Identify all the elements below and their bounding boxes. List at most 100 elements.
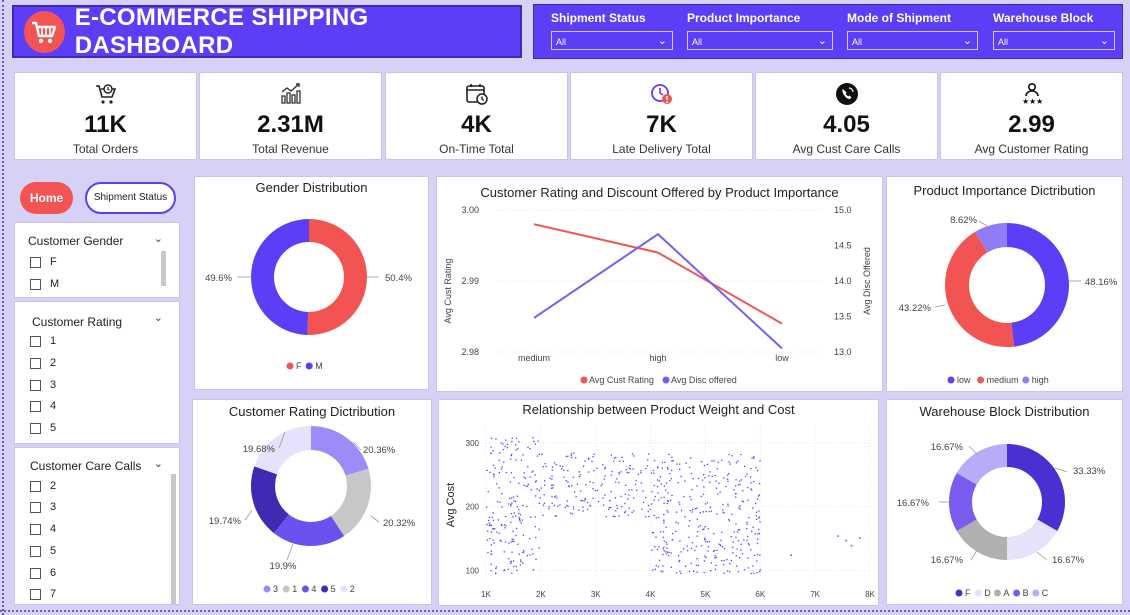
- checkbox[interactable]: [30, 480, 41, 492]
- checkbox[interactable]: [30, 357, 41, 369]
- mode-of-shipment-dropdown[interactable]: All ⌄: [847, 31, 978, 50]
- checkbox[interactable]: [30, 422, 41, 434]
- scatter-point: [571, 456, 573, 459]
- scatter-point: [553, 462, 556, 464]
- scatter-point: [735, 479, 737, 481]
- scatter-point: [700, 495, 702, 498]
- scatter-point: [513, 500, 515, 502]
- scatter-point: [604, 475, 606, 477]
- checkbox[interactable]: [30, 400, 41, 412]
- chevron-down-icon[interactable]: ⌄: [154, 232, 163, 245]
- slicer-option-2[interactable]: 2: [30, 480, 56, 492]
- scatter-point: [746, 523, 748, 525]
- scatter-point: [692, 570, 695, 572]
- scatter-point: [684, 565, 687, 567]
- slicer-option-m[interactable]: M: [30, 278, 59, 290]
- scatter-point: [511, 453, 513, 456]
- scatter-point: [692, 478, 694, 480]
- scatter-point: [751, 457, 753, 459]
- scatter-point: [728, 461, 730, 463]
- checkbox[interactable]: [30, 278, 41, 290]
- scatter-point: [624, 510, 627, 513]
- filter-label: Shipment Status: [551, 11, 646, 25]
- scatter-point: [532, 569, 534, 571]
- checkbox[interactable]: [30, 567, 41, 579]
- checkbox[interactable]: [30, 501, 41, 513]
- scatter-point: [596, 467, 598, 470]
- legend-label: 2: [350, 584, 355, 594]
- scatter-point: [736, 565, 738, 567]
- slicer-option-f[interactable]: F: [30, 256, 57, 268]
- scatter-point: [513, 476, 515, 479]
- scatter-point: [740, 479, 743, 481]
- x-tick-label: 7K: [810, 590, 820, 599]
- slicer-option-5[interactable]: 5: [30, 422, 56, 434]
- scatter-point: [704, 503, 707, 505]
- warehouse-block-dropdown[interactable]: All ⌄: [993, 31, 1115, 50]
- scatter-point: [503, 551, 505, 553]
- checkbox[interactable]: [30, 588, 41, 600]
- scatter-point: [498, 532, 500, 534]
- checkbox[interactable]: [30, 523, 41, 535]
- scatter-point: [653, 499, 655, 501]
- checkbox[interactable]: [30, 256, 41, 268]
- chevron-down-icon[interactable]: ⌄: [154, 311, 163, 324]
- checkbox[interactable]: [30, 335, 41, 347]
- scrollbar[interactable]: [161, 251, 166, 286]
- slicer-option-5[interactable]: 5: [30, 545, 56, 557]
- scatter-point: [492, 450, 494, 452]
- checkbox[interactable]: [30, 379, 41, 391]
- scatter-point: [586, 508, 589, 511]
- shipment-status-button[interactable]: Shipment Status: [85, 182, 176, 214]
- slicer-option-4[interactable]: 4: [30, 523, 56, 535]
- product-importance-dropdown[interactable]: All ⌄: [687, 31, 833, 50]
- scatter-point: [739, 505, 741, 507]
- scatter-point: [587, 457, 590, 459]
- slicer-option-1[interactable]: 1: [30, 335, 56, 347]
- slicer-option-7[interactable]: 7: [30, 588, 56, 600]
- slicer-option-2[interactable]: 2: [30, 357, 56, 369]
- scatter-point: [683, 495, 685, 498]
- scatter-point: [696, 571, 698, 573]
- slicer-option-3[interactable]: 3: [30, 501, 56, 513]
- scatter-point: [624, 484, 627, 486]
- scatter-point: [500, 442, 502, 444]
- scatter-point: [544, 462, 546, 465]
- scatter-point: [620, 471, 622, 473]
- y2-axis-title: Avg Disc Offered: [862, 247, 872, 315]
- legend-marker: [993, 589, 1001, 597]
- x-tick-label: 8K: [865, 590, 875, 599]
- scatter-point: [521, 519, 524, 521]
- home-button[interactable]: Home: [20, 182, 73, 214]
- scatter-point: [756, 572, 758, 574]
- scatter-point: [714, 568, 717, 570]
- filter-product-importance: Product Importance All ⌄: [687, 11, 833, 50]
- slicer-option-3[interactable]: 3: [30, 379, 56, 391]
- scatter-point: [529, 448, 531, 450]
- scatter-point: [495, 572, 497, 574]
- scatter-point: [523, 476, 525, 478]
- scatter-point: [747, 535, 749, 538]
- slicer-option-6[interactable]: 6: [30, 567, 56, 579]
- slicer-option-4[interactable]: 4: [30, 400, 56, 412]
- kpi-label: Total Revenue: [252, 142, 329, 156]
- scatter-point: [586, 501, 589, 504]
- scatter-point: [679, 570, 681, 572]
- scatter-point: [678, 561, 680, 563]
- scatter-point: [671, 494, 673, 497]
- scatter-point: [707, 528, 709, 530]
- checkbox[interactable]: [30, 545, 41, 557]
- scatter-point: [544, 484, 546, 486]
- scatter-points: [486, 437, 861, 575]
- legend-marker: [305, 362, 313, 370]
- scatter-point: [493, 542, 495, 544]
- scatter-point: [631, 511, 633, 514]
- kpi-label: Avg Cust Care Calls: [792, 142, 901, 156]
- scatter-point: [682, 548, 685, 550]
- chevron-down-icon[interactable]: ⌄: [154, 457, 163, 470]
- shipment-status-dropdown[interactable]: All ⌄: [551, 31, 673, 50]
- customer-rating-panel: Customer Rating Dictribution 20.36% 20.32…: [192, 399, 432, 605]
- scrollbar[interactable]: [171, 474, 176, 604]
- scatter-point: [628, 494, 630, 496]
- scatter-point: [562, 469, 565, 471]
